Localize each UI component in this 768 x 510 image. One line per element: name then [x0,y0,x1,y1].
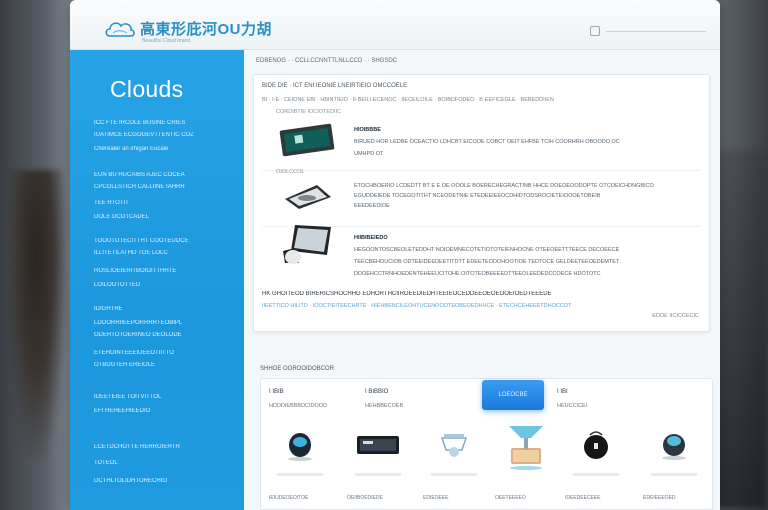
section-title: SHHOE OOROOIDOBCOR [260,366,335,372]
background-person [6,170,66,460]
globe-speaker-icon [649,425,699,465]
panel-links[interactable]: IIEETTICO HILITD · IOOCTIEITEECHRTE · HI… [262,303,702,309]
sidebar-text-line[interactable]: LOILOOTOTTED [94,282,154,288]
product-desc: HEGOONTOSCBEOLETEDDHT NOIOEMNECOTETIOTOT… [354,247,620,253]
sidebar-text-line[interactable]: TDTEOL [94,460,144,466]
sidebar-text-line[interactable]: Cherealer an irhigan Eucale [94,146,204,152]
filter-options[interactable]: BI · I·E · CEIONE EBI · HBINTIEIO · II·B… [262,97,702,103]
sidebar-text-line[interactable]: EFI HEHEEHIEEDIO [94,408,206,414]
logo-tagline: Beautiful Cloud brand [142,38,191,44]
grid-column-sub: HEHBBECOEB [365,403,404,409]
site-header: 高東形庇河OU力胡 Beautiful Cloud brand [70,0,720,50]
product-thumbnail[interactable] [272,173,342,213]
grid-item[interactable]: OEIIBOEDIEDE [343,421,413,501]
cta-button[interactable]: LOEOCBE [482,380,544,410]
headset-icon [285,185,331,209]
sidebar-text-line[interactable]: IDIGHTRE [94,306,134,312]
sidebar-text-line[interactable]: IDEETEIEE TOITVITTOL [94,394,226,400]
product-item[interactable]: CORDIBTIE IOCIOTEDIIC HIOIBBBE BIRUED HO… [262,109,700,171]
grid-item-divider [651,473,697,476]
sidebar-text-line[interactable]: IUATIMCE ECGOGEVTTENTIC COZ [94,132,228,138]
grid-column-sub: HEUCCICEI [557,403,588,409]
account-icon[interactable] [590,26,600,36]
tablet-icon [279,123,335,157]
sidebar-text-line[interactable]: CPCOLLSTICH CALLIINE IAHRR [94,184,226,190]
sidebar: Clouds ICC FTE IRCOLE BUSINE CRIES IUATIM… [70,50,244,510]
product-title[interactable]: HIOIBBBE [354,127,381,133]
sidebar-text-line[interactable]: OTBDGTEH EREIOLE [94,362,204,368]
product-desc: TEECBEHOUCIOB ODTEEIDEEDEETITDTT EDEETEO… [354,259,620,265]
product-desc: DDOEHCCTRNHOEDENTEHEEUCITOHE OITOTEOBEEE… [354,271,601,277]
product-tag: CORDIBTIE IOCIOTEDIIC [276,109,342,115]
grid-item-caption[interactable]: EDIEOEEE [423,495,485,501]
tablet-icon [353,425,403,465]
sidebar-text-line[interactable]: ETEHOINTEEEIUEEOTIITTO [94,350,226,356]
grid-item[interactable]: IDEEDEECEEE [561,421,631,501]
sidebar-text-line[interactable]: TOOUTOTECITTHT COOTEUOCE [94,238,226,244]
cloud-logo-icon[interactable] [104,18,136,40]
grid-item-divider [277,473,323,476]
header-divider [606,31,706,32]
breadcrumb[interactable]: EDBENOG · · CCLLCCNNTTLNLLCCD · · SHGSDC [256,58,397,64]
grid-item[interactable]: EDIEOEEE [419,421,489,501]
website-screen: 高東形庇河OU力胡 Beautiful Cloud brand Clouds I… [70,0,720,510]
product-tag: OIOLCCOL [276,169,305,175]
product-desc: ETOCHBOERIO LCDEDTT BT E E OE OOOLE BOER… [354,183,654,189]
product-thumbnail[interactable] [272,223,342,264]
sidebar-text-line[interactable]: DOLE DCOTCADEL [94,214,180,220]
grid-item-divider [431,473,477,476]
pagination[interactable]: EDOE IICICCECIC [652,313,699,319]
grid-item[interactable]: EDEIEEEOED [639,421,709,501]
grid-column-sub: HDDDIEBBBDCIDOOD [269,403,328,409]
product-title[interactable]: HIIBIBEIEDO [354,235,388,241]
logo-text[interactable]: 高東形庇河OU力胡 [140,18,272,39]
grid-item[interactable]: IEIUDEOEOITOE [265,421,335,501]
smart-speaker-icon [275,425,325,465]
sidebar-text-line[interactable]: EUN BU HUCAIBS AJEC COCEA [94,172,222,178]
grid-item-caption[interactable]: OEETEEEEO [495,495,557,501]
grid-item[interactable]: OEETEEEEO [491,421,561,501]
product-desc: EGUDDEIEDE TOCEGOTITHT NCEODETNIE ETEDEE… [354,193,601,199]
grid-item-caption[interactable]: IEIUDEOEOITOE [269,495,331,501]
product-thumbnail[interactable] [272,119,342,159]
desk-lamp-icon [501,421,551,473]
grid-item-caption[interactable]: OEIIBOEDIEDE [347,495,409,501]
sidebar-text-line[interactable]: LCETDCHOTTE RERROIEHTH [94,444,224,450]
sidebar-text-line[interactable]: ROSLIOEIERITBOIOITTHHTE [94,268,224,274]
sidebar-text-line[interactable]: ILLITETILATHO TOE LOLC [94,250,206,256]
product-desc: BIRUED HOR LEDBE OCEACTIO LDHCBT EICOOE … [354,139,620,145]
sidebar-text-line[interactable]: ODERTOTOERINEO DEOLODE [94,332,218,338]
product-list-panel: BIDE DIE · ICT ENI IEONIE LNEIRTIEIO OMC… [253,74,710,332]
product-item[interactable]: HIIBIBEIEDO HEGOONTOSCBEOLETEDDHT NOIOEM… [262,221,700,287]
sidebar-text-line[interactable]: TEE RTOTIT [94,200,140,206]
grid-item-divider [573,473,619,476]
product-desc: UMHPD OT [354,151,384,157]
sidebar-text-line[interactable]: ICC FTE IRCOLE BUSINE CRIES [94,120,228,126]
filter-row[interactable]: BIDE DIE · ICT ENI IEONIE LNEIRTIEIO OMC… [262,83,407,89]
grid-column-title: I IBIB [269,389,284,395]
grid-column-title: I BIBBIO [365,389,389,395]
grid-item-caption[interactable]: EDEIEEEOED [643,495,705,501]
sidebar-title: Clouds [110,76,184,102]
product-item[interactable]: OIOLCCOL ETOCHBOERIO LCDEDTT BT E E OE O… [262,169,700,227]
grid-item-divider [355,473,401,476]
grid-item-caption[interactable]: IDEEDEECEEE [565,495,627,501]
grid-column-title: I IBI [557,389,568,395]
bag-icon [571,425,621,465]
panel-summary: HK GHOITEOD BIRERICSHOCHHG EDHORTHCIIROE… [262,291,552,297]
product-desc: EEEDEEDIOE [354,203,390,209]
laptop-icon [283,225,331,264]
sidebar-text-line[interactable]: DCTHLTOLIDHTORECHIO [94,478,228,484]
sidebar-text-line[interactable]: LDOORRIIEEPORRRRTEOBIPL [94,320,222,326]
drone-icon [429,425,479,465]
